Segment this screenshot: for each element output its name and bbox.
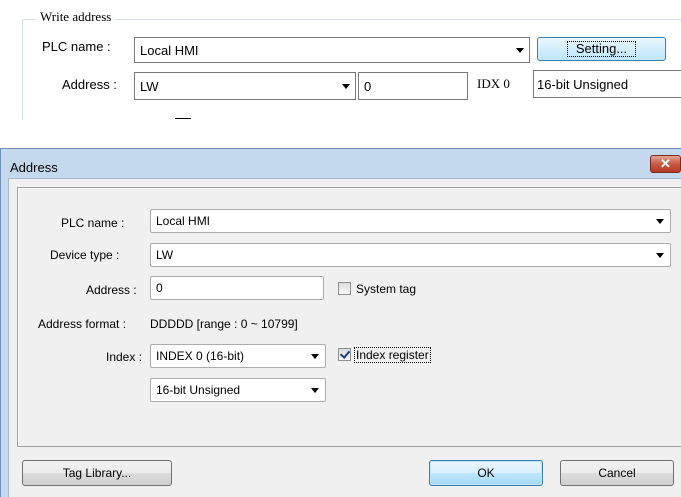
address-label: Address :: [62, 77, 117, 92]
plc-name-label: PLC name :: [42, 39, 111, 54]
dialog-title: Address: [10, 160, 58, 175]
dialog-device-type-combo[interactable]: LW: [150, 243, 671, 267]
address-format-value: DDDDD [range : 0 ~ 10799]: [150, 317, 298, 331]
plc-name-combo[interactable]: Local HMI: [134, 37, 530, 63]
chevron-down-icon[interactable]: [656, 219, 664, 224]
ok-button-label: OK: [477, 466, 495, 480]
system-tag-label: System tag: [356, 282, 417, 296]
device-type-value: LW: [140, 78, 159, 94]
setting-button[interactable]: Setting...: [537, 37, 666, 61]
idx-label: IDX 0: [477, 76, 510, 91]
address-input[interactable]: 0: [358, 72, 468, 100]
address-value: 0: [364, 78, 372, 94]
write-address-group: [22, 19, 681, 119]
close-icon: ✕: [660, 156, 671, 171]
tag-library-button-label: Tag Library...: [62, 466, 132, 480]
write-address-legend: Write address: [36, 9, 116, 25]
tag-library-button[interactable]: Tag Library...: [22, 460, 172, 486]
data-format-field: 16-bit Unsigned: [533, 70, 681, 98]
chevron-down-icon[interactable]: [342, 84, 350, 89]
dialog-plc-name-combo[interactable]: Local HMI: [150, 209, 671, 233]
close-button[interactable]: ✕: [650, 155, 681, 173]
cancel-button-label: Cancel: [598, 466, 636, 480]
setting-button-label: Setting...: [566, 41, 637, 57]
divider: [175, 118, 191, 119]
index-label: Index :: [106, 350, 143, 364]
data-format-value: 16-bit Unsigned: [537, 76, 629, 92]
index-register-checkbox[interactable]: [338, 348, 351, 361]
plc-name-value: Local HMI: [140, 42, 199, 58]
device-type-combo[interactable]: LW: [134, 72, 356, 100]
chevron-down-icon[interactable]: [311, 388, 319, 393]
cancel-button[interactable]: Cancel: [560, 460, 674, 486]
data-format-combo[interactable]: 16-bit Unsigned: [150, 378, 326, 402]
dialog-address-label: Address :: [86, 283, 137, 297]
dialog-address-value: 0: [156, 281, 163, 295]
chevron-down-icon[interactable]: [656, 253, 664, 258]
index-value: INDEX 0 (16-bit): [156, 349, 245, 363]
dialog-plc-name-value: Local HMI: [156, 214, 211, 228]
index-combo[interactable]: INDEX 0 (16-bit): [150, 344, 326, 368]
address-format-label: Address format :: [38, 317, 127, 331]
system-tag-checkbox[interactable]: [338, 282, 351, 295]
dialog-plc-name-label: PLC name :: [61, 216, 125, 230]
ok-button[interactable]: OK: [429, 460, 543, 486]
chevron-down-icon[interactable]: [311, 354, 319, 359]
data-format-value: 16-bit Unsigned: [156, 383, 241, 397]
dialog-device-type-label: Device type :: [50, 248, 120, 262]
index-register-label: Index register: [354, 347, 431, 363]
dialog-address-input[interactable]: 0: [150, 276, 324, 300]
chevron-down-icon[interactable]: [516, 48, 524, 53]
dialog-device-type-value: LW: [156, 248, 174, 262]
